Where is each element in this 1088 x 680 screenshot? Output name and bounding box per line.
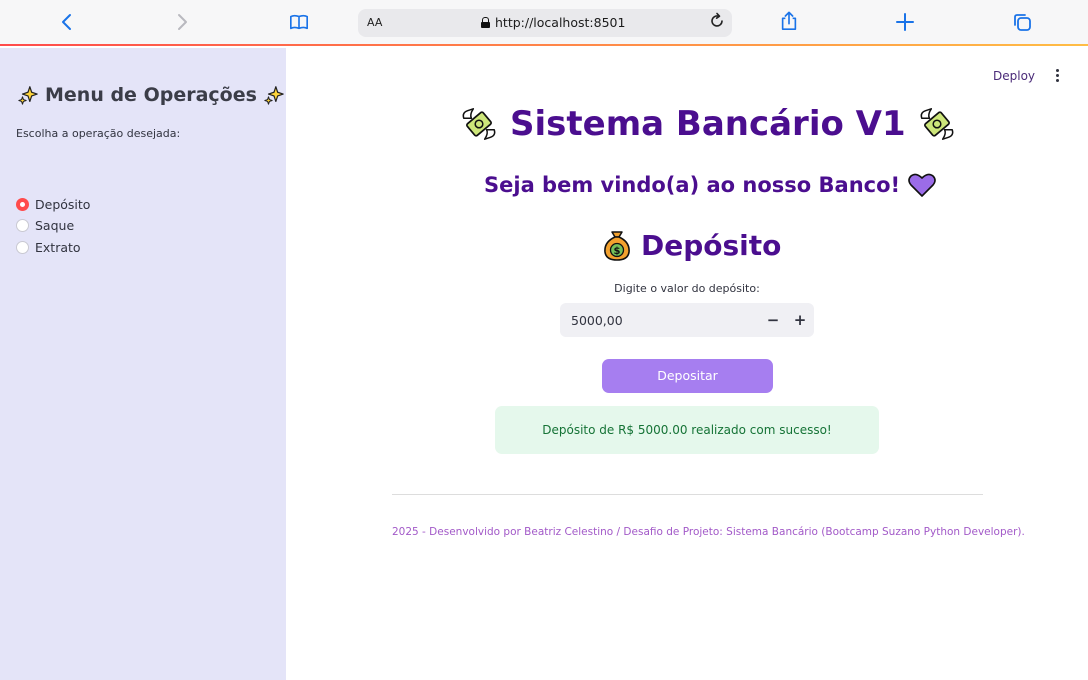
money-bill-wings-icon <box>462 108 496 140</box>
section-title: Depósito <box>641 228 782 262</box>
radio-indicator[interactable] <box>16 219 29 232</box>
page-title: Sistema Bancário V1 <box>460 104 956 144</box>
radio-option-deposito[interactable]: Depósito <box>16 197 90 212</box>
sidebar <box>0 48 286 680</box>
welcome-heading: Seja bem vindo(a) ao nosso Banco! <box>484 172 936 198</box>
share-icon[interactable] <box>777 9 801 33</box>
sidebar-title-text: Menu de Operações <box>45 84 257 106</box>
decrement-button[interactable]: − <box>762 310 784 330</box>
reload-icon[interactable] <box>708 12 726 30</box>
increment-button[interactable]: + <box>789 310 811 330</box>
sidebar-title: Menu de Operações <box>17 84 285 106</box>
sparkle-icon <box>264 86 284 105</box>
radio-selected-indicator[interactable] <box>16 198 29 211</box>
radio-option-label: Saque <box>35 218 75 233</box>
money-bag-icon: $ <box>604 231 630 261</box>
kebab-menu-icon[interactable] <box>1053 69 1061 83</box>
bookmarks-icon[interactable] <box>287 10 311 34</box>
deposit-amount-input[interactable]: 5000,00 − + <box>560 303 814 337</box>
deposit-input-label: Digite o valor do depósito: <box>614 282 760 295</box>
browser-toolbar: AA http://localhost:8501 <box>0 0 1088 46</box>
radio-indicator[interactable] <box>16 241 29 254</box>
radio-option-label: Depósito <box>35 197 91 212</box>
welcome-text: Seja bem vindo(a) ao nosso Banco! <box>484 173 901 197</box>
new-tab-icon[interactable] <box>893 10 917 34</box>
address-bar[interactable]: AA http://localhost:8501 <box>358 9 732 37</box>
footer-divider <box>392 494 983 495</box>
sparkle-icon <box>18 86 38 105</box>
footer-text: 2025 - Desenvolvido por Beatriz Celestin… <box>392 526 1025 538</box>
success-alert: Depósito de R$ 5000.00 realizado com suc… <box>495 406 879 454</box>
lock-icon <box>481 17 490 28</box>
money-bill-wings-icon <box>920 108 954 140</box>
section-heading: $ Depósito <box>601 228 781 262</box>
deposit-amount-value[interactable]: 5000,00 <box>571 313 623 328</box>
text-size-button[interactable]: AA <box>367 16 382 29</box>
radio-option-extrato[interactable]: Extrato <box>16 240 81 255</box>
deploy-button[interactable]: Deploy <box>993 69 1035 83</box>
app-title: Sistema Bancário V1 <box>510 104 906 144</box>
radio-group-label: Escolha a operação desejada: <box>16 127 181 140</box>
deposit-button[interactable]: Depositar <box>602 359 773 393</box>
radio-option-saque[interactable]: Saque <box>16 218 74 233</box>
forward-icon[interactable] <box>170 10 194 34</box>
radio-option-label: Extrato <box>35 240 81 255</box>
url-text: http://localhost:8501 <box>495 15 626 30</box>
svg-text:$: $ <box>614 246 621 257</box>
purple-heart-icon <box>908 173 936 197</box>
tabs-icon[interactable] <box>1010 10 1034 34</box>
back-icon[interactable] <box>55 10 79 34</box>
